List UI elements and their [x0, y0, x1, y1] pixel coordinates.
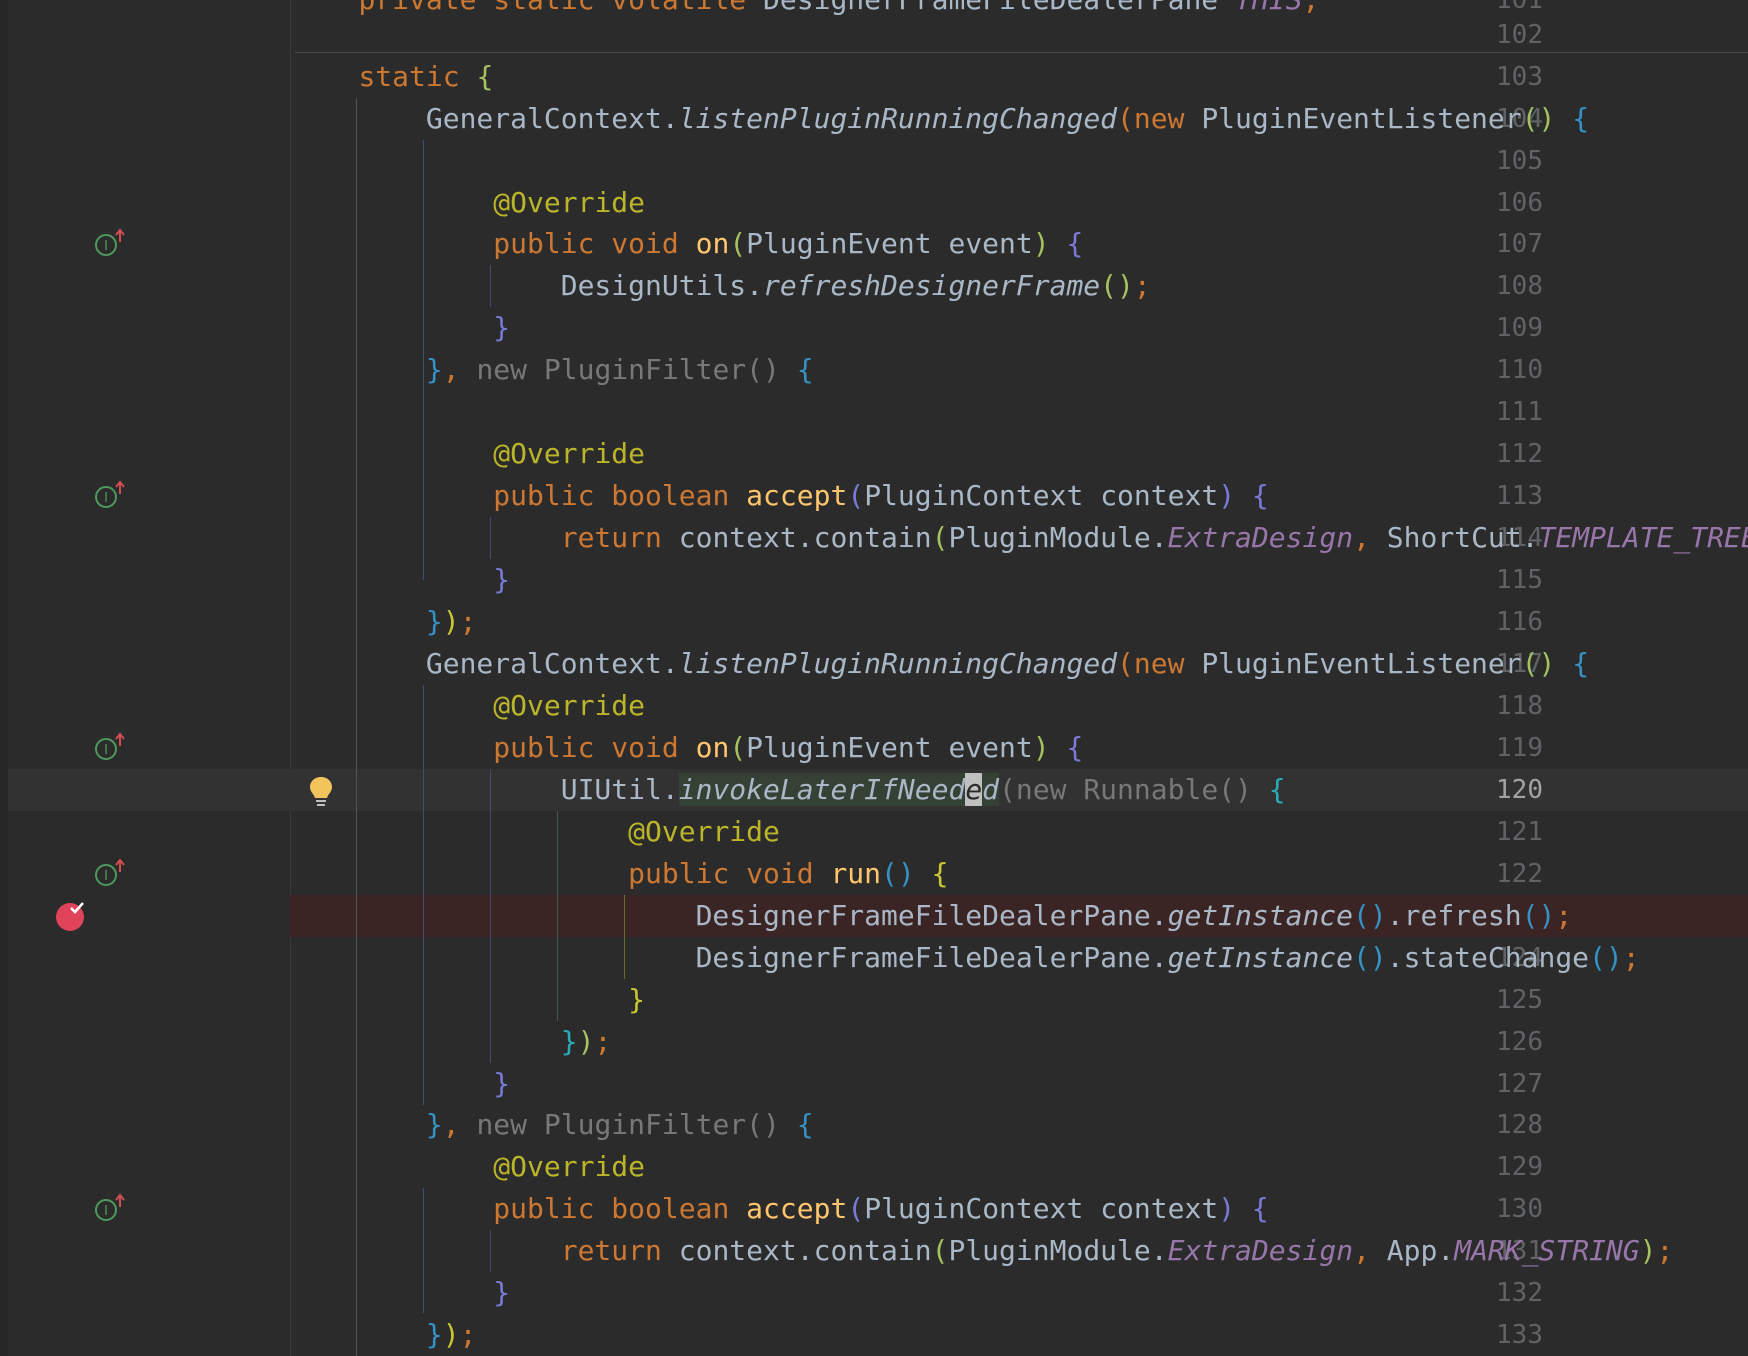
code-line[interactable]: return context.contain(PluginModule.Extr…: [291, 1230, 1748, 1272]
implements-method-icon[interactable]: I: [94, 732, 128, 762]
code-line[interactable]: static {: [291, 56, 1748, 98]
code-line[interactable]: public void on(PluginEvent event) {: [291, 727, 1748, 769]
code-line[interactable]: }: [291, 1272, 1748, 1314]
svg-text:I: I: [104, 869, 108, 884]
code-line[interactable]: });: [291, 1314, 1748, 1356]
code-line[interactable]: }: [291, 979, 1748, 1021]
code-line[interactable]: @Override: [291, 685, 1748, 727]
implements-method-icon[interactable]: I: [94, 228, 128, 258]
code-line[interactable]: DesignerFrameFileDealerPane.getInstance(…: [291, 937, 1748, 979]
svg-text:I: I: [104, 239, 108, 254]
breakpoint-icon[interactable]: [54, 899, 88, 931]
code-line[interactable]: GeneralContext.listenPluginRunningChange…: [291, 643, 1748, 685]
code-line[interactable]: });: [291, 1021, 1748, 1063]
code-line[interactable]: GeneralContext.listenPluginRunningChange…: [291, 98, 1748, 140]
code-line-breakpoint[interactable]: DesignerFrameFileDealerPane.getInstance(…: [291, 895, 1748, 937]
code-editor[interactable]: 101 102 103 104 105 106 107 108 109 110 …: [0, 0, 1748, 1356]
code-line[interactable]: }, new PluginFilter() {: [291, 1104, 1748, 1146]
code-line[interactable]: @Override: [291, 433, 1748, 475]
editor-gutter[interactable]: [0, 0, 291, 1356]
implements-method-icon[interactable]: I: [94, 480, 128, 510]
code-line[interactable]: public boolean accept(PluginContext cont…: [291, 1188, 1748, 1230]
code-line[interactable]: public void on(PluginEvent event) {: [291, 223, 1748, 265]
code-area[interactable]: private static volatile DesignerFrameFil…: [291, 0, 1748, 1356]
code-line[interactable]: @Override: [291, 1146, 1748, 1188]
code-line[interactable]: }, new PluginFilter() {: [291, 349, 1748, 391]
svg-text:I: I: [104, 1204, 108, 1219]
svg-text:I: I: [104, 743, 108, 758]
code-line[interactable]: }: [291, 1063, 1748, 1105]
code-line[interactable]: public boolean accept(PluginContext cont…: [291, 475, 1748, 517]
implements-method-icon[interactable]: I: [94, 1193, 128, 1223]
gutter-edge: [0, 0, 8, 1356]
code-line[interactable]: @Override: [291, 182, 1748, 224]
implements-method-icon[interactable]: I: [94, 858, 128, 888]
code-line[interactable]: }: [291, 307, 1748, 349]
code-line[interactable]: }: [291, 559, 1748, 601]
code-line[interactable]: @Override: [291, 811, 1748, 853]
code-line[interactable]: DesignUtils.refreshDesignerFrame();: [291, 265, 1748, 307]
code-line[interactable]: return context.contain(PluginModule.Extr…: [291, 517, 1748, 559]
svg-text:I: I: [104, 491, 108, 506]
code-line[interactable]: public void run() {: [291, 853, 1748, 895]
code-line[interactable]: });: [291, 601, 1748, 643]
code-line[interactable]: private static volatile DesignerFrameFil…: [291, 0, 1748, 21]
code-line-current[interactable]: UIUtil.invokeLaterIfNeeded(new Runnable(…: [291, 769, 1748, 811]
